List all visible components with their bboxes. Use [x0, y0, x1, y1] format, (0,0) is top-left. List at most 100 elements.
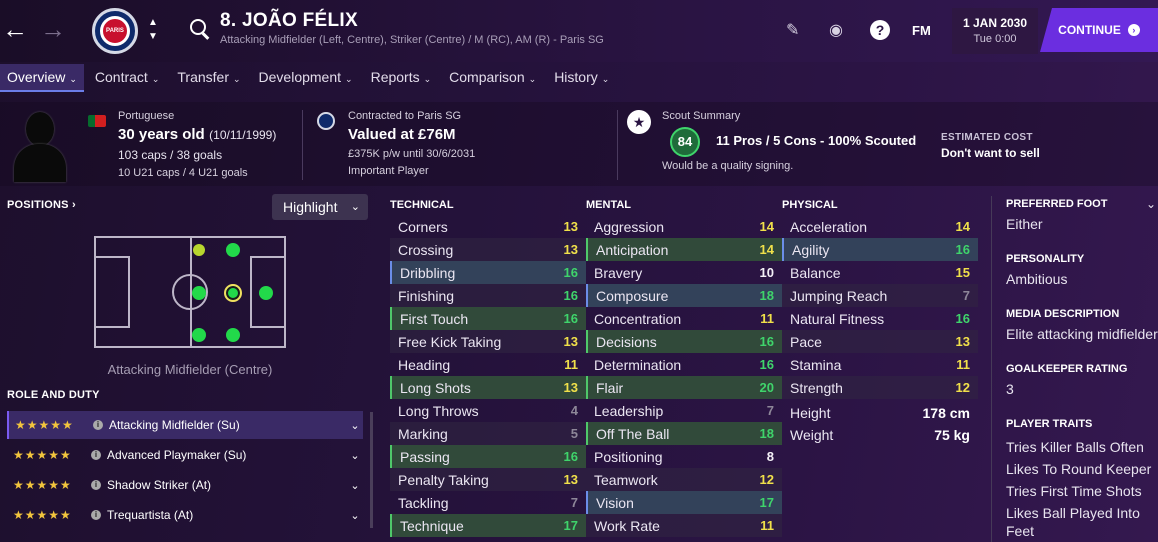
estimated-cost-value: Don't want to sell [941, 146, 1040, 160]
position-dot-main[interactable] [224, 284, 242, 302]
attribute-row[interactable]: Bravery 10 [586, 261, 782, 284]
date-label: 1 JAN 2030 [962, 16, 1028, 30]
chevron-down-icon[interactable]: ⌄ [347, 419, 363, 432]
chevron-up-icon[interactable]: ▲ [146, 16, 160, 30]
attribute-row[interactable]: Stamina 11 [782, 353, 978, 376]
tab-history[interactable]: History ⌄ [547, 64, 616, 92]
position-dot[interactable] [192, 286, 206, 300]
attribute-row[interactable]: Positioning 8 [586, 445, 782, 468]
chevron-down-icon[interactable]: ⌄ [347, 479, 363, 492]
help-icon[interactable]: ? [870, 20, 890, 40]
attribute-row[interactable]: Work Rate 11 [586, 514, 782, 537]
weight-label: Weight [790, 427, 834, 443]
tab-development[interactable]: Development ⌄ [252, 64, 360, 92]
player-traits-label: PLAYER TRAITS [1006, 418, 1093, 430]
nationality[interactable]: Portuguese [118, 110, 174, 122]
attribute-row[interactable]: Flair 20 [586, 376, 782, 399]
chevron-down-icon[interactable]: ▼ [146, 30, 160, 44]
position-dot[interactable] [259, 286, 273, 300]
back-arrow-icon[interactable]: ← [2, 14, 28, 45]
position-dot[interactable] [192, 328, 206, 342]
fm-menu-button[interactable]: FM [912, 23, 931, 38]
attribute-row[interactable]: Balance 15 [782, 261, 978, 284]
tab-transfer[interactable]: Transfer ⌄ [170, 64, 247, 92]
tab-overview[interactable]: Overview ⌄ [0, 64, 84, 92]
player-value: Valued at £76M [348, 126, 456, 143]
player-stepper[interactable]: ▲ ▼ [146, 16, 160, 44]
attribute-row[interactable]: Aggression 14 [586, 215, 782, 238]
attribute-row[interactable]: Crossing 13 [390, 238, 586, 261]
attribute-row[interactable]: Long Shots 13 [390, 376, 586, 399]
chevron-down-icon[interactable]: ⌄ [347, 449, 363, 462]
attribute-row[interactable]: Concentration 11 [586, 307, 782, 330]
position-dot[interactable] [193, 244, 205, 256]
attribute-row[interactable]: Acceleration 14 [782, 215, 978, 238]
attribute-row[interactable]: Vision 17 [586, 491, 782, 514]
role-duty-title: ROLE AND DUTY [7, 389, 100, 401]
chevron-down-icon[interactable]: ⌄ [1146, 197, 1156, 211]
attribute-value: 16 [955, 311, 970, 326]
globe-icon[interactable]: ◉ [829, 20, 843, 40]
attribute-name: Jumping Reach [790, 287, 888, 304]
highlight-dropdown[interactable]: Highlight ⌄ [272, 194, 368, 220]
preferred-foot-label: PREFERRED FOOT [1006, 198, 1108, 210]
position-dot[interactable] [226, 243, 240, 257]
search-icon[interactable] [190, 19, 206, 35]
attribute-row[interactable]: Heading 11 [390, 353, 586, 376]
chevron-down-icon[interactable]: ⌄ [347, 509, 363, 522]
attribute-row[interactable]: Technique 17 [390, 514, 586, 537]
position-label: Attacking Midfielder (Centre) [107, 362, 273, 377]
attribute-row[interactable]: Strength 12 [782, 376, 978, 399]
attribute-row[interactable]: Composure 18 [586, 284, 782, 307]
attribute-row[interactable]: Natural Fitness 16 [782, 307, 978, 330]
attribute-row[interactable]: Anticipation 14 [586, 238, 782, 261]
tab-reports[interactable]: Reports ⌄ [364, 64, 439, 92]
attribute-row[interactable]: Dribbling 16 [390, 261, 586, 284]
player-trait: Tries First Time Shots [1006, 483, 1142, 499]
attribute-row[interactable]: Pace 13 [782, 330, 978, 353]
attribute-row[interactable]: Marking 5 [390, 422, 586, 445]
international-caps: 103 caps / 38 goals [118, 148, 223, 162]
scout-summary-title[interactable]: Scout Summary [662, 110, 740, 122]
attribute-row[interactable]: First Touch 16 [390, 307, 586, 330]
position-pitch [94, 236, 286, 348]
attribute-row[interactable]: Corners 13 [390, 215, 586, 238]
attribute-row[interactable]: Long Throws 4 [390, 399, 586, 422]
role-row[interactable]: ★★★★★ i Advanced Playmaker (Su) ⌄ [7, 441, 363, 469]
info-icon[interactable]: i [93, 420, 103, 430]
club-crest-icon[interactable]: PARIS [92, 8, 138, 54]
attribute-row[interactable]: Off The Ball 18 [586, 422, 782, 445]
info-icon[interactable]: i [91, 510, 101, 520]
continue-button[interactable]: CONTINUE › [1040, 8, 1158, 52]
role-row[interactable]: ★★★★★ i Attacking Midfielder (Su) ⌄ [7, 411, 363, 439]
role-row[interactable]: ★★★★★ i Trequartista (At) ⌄ [7, 501, 363, 529]
attribute-row[interactable]: Agility 16 [782, 238, 978, 261]
attribute-row[interactable]: Tackling 7 [390, 491, 586, 514]
role-row[interactable]: ★★★★★ i Shadow Striker (At) ⌄ [7, 471, 363, 499]
position-dot[interactable] [226, 328, 240, 342]
attribute-row[interactable]: Finishing 16 [390, 284, 586, 307]
player-trait: Tries Killer Balls Often [1006, 439, 1144, 455]
roles-scrollbar[interactable] [370, 412, 373, 528]
info-icon[interactable]: i [91, 480, 101, 490]
profile-tabs: Overview ⌄ Contract ⌄ Transfer ⌄ Developmen… [0, 64, 620, 92]
info-icon[interactable]: i [91, 450, 101, 460]
attribute-name: Penalty Taking [398, 471, 489, 488]
game-date[interactable]: 1 JAN 2030 Tue 0:00 [952, 8, 1038, 54]
forward-arrow-icon[interactable]: → [40, 14, 66, 45]
attribute-row[interactable]: Passing 16 [390, 445, 586, 468]
attribute-row[interactable]: Decisions 16 [586, 330, 782, 353]
pencil-icon[interactable]: ✎ [786, 20, 799, 40]
attribute-value: 7 [570, 495, 578, 510]
attribute-row[interactable]: Jumping Reach 7 [782, 284, 978, 307]
attribute-value: 14 [955, 219, 970, 234]
tab-contract[interactable]: Contract ⌄ [88, 64, 166, 92]
attribute-row[interactable]: Determination 16 [586, 353, 782, 376]
attribute-row[interactable]: Free Kick Taking 13 [390, 330, 586, 353]
attribute-row[interactable]: Teamwork 12 [586, 468, 782, 491]
attribute-row[interactable]: Penalty Taking 13 [390, 468, 586, 491]
tab-comparison[interactable]: Comparison ⌄ [442, 64, 543, 92]
positions-header[interactable]: POSITIONS › [7, 199, 76, 211]
attribute-row[interactable]: Leadership 7 [586, 399, 782, 422]
contract-label[interactable]: Contracted to Paris SG [348, 110, 461, 122]
